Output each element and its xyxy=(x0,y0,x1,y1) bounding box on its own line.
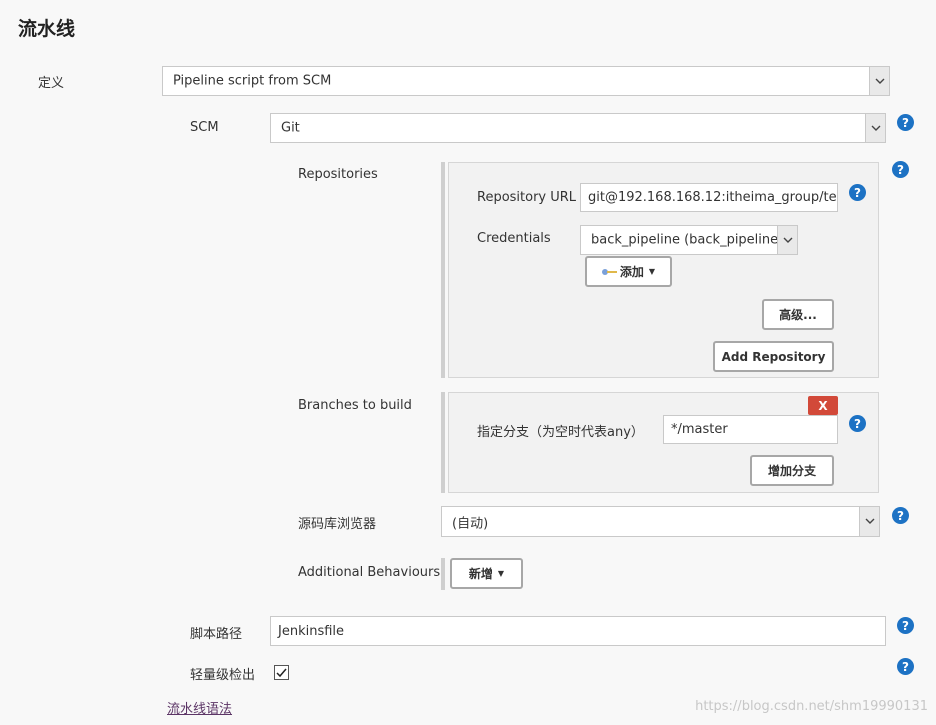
script-path-label: 脚本路径 xyxy=(190,627,243,642)
script-path-help-icon[interactable]: ? xyxy=(897,617,914,634)
behaviours-bar xyxy=(441,558,445,590)
advanced-button[interactable]: 高级... xyxy=(762,299,834,330)
lightweight-help-icon[interactable]: ? xyxy=(897,658,914,675)
repository-url-help-icon[interactable]: ? xyxy=(849,184,866,201)
watermark-text: https://blog.csdn.net/shm19990131 xyxy=(695,699,928,714)
add-credentials-button[interactable]: 添加 ▼ xyxy=(585,256,672,287)
definition-select[interactable]: Pipeline script from SCM xyxy=(162,66,890,96)
repositories-bar xyxy=(441,162,445,378)
caret-down-icon: ▼ xyxy=(648,267,656,276)
repository-browser-select[interactable]: (自动) xyxy=(441,506,880,537)
credentials-value: back_pipeline (back_pipeline) xyxy=(591,232,784,248)
lightweight-checkout-label: 轻量级检出 xyxy=(190,668,256,683)
scm-value: Git xyxy=(281,120,300,136)
delete-branch-button[interactable]: X xyxy=(808,396,838,415)
checkmark-icon xyxy=(276,668,287,677)
chevron-down-icon xyxy=(869,67,889,95)
repository-url-label: Repository URL xyxy=(477,190,577,205)
add-credentials-label: 添加 xyxy=(619,265,644,279)
scm-label: SCM xyxy=(190,120,219,135)
additional-behaviours-label: Additional Behaviours xyxy=(298,565,441,580)
pipeline-syntax-link[interactable]: 流水线语法 xyxy=(167,698,232,717)
add-repository-button[interactable]: Add Repository xyxy=(713,341,834,372)
branch-specifier-label: 指定分支（为空时代表any） xyxy=(477,425,644,440)
scm-help-icon[interactable]: ? xyxy=(897,114,914,131)
credentials-select[interactable]: back_pipeline (back_pipeline) xyxy=(580,225,798,255)
key-icon xyxy=(601,268,618,276)
add-behaviour-button[interactable]: 新增 ▼ xyxy=(450,558,523,589)
caret-down-icon: ▼ xyxy=(497,569,505,578)
repository-url-input[interactable]: git@192.168.168.12:itheima_group/tens xyxy=(580,183,838,212)
repository-browser-value: (自动) xyxy=(452,516,489,531)
definition-value: Pipeline script from SCM xyxy=(173,73,332,89)
chevron-down-icon xyxy=(865,114,885,142)
credentials-label: Credentials xyxy=(477,231,551,246)
repository-browser-label: 源码库浏览器 xyxy=(298,517,377,532)
branch-specifier-input[interactable]: */master xyxy=(663,415,838,444)
repositories-label: Repositories xyxy=(298,167,378,182)
add-branch-button[interactable]: 增加分支 xyxy=(750,455,834,486)
add-behaviour-label: 新增 xyxy=(468,567,493,581)
branch-help-icon[interactable]: ? xyxy=(849,415,866,432)
definition-label: 定义 xyxy=(38,76,65,91)
repositories-help-icon[interactable]: ? xyxy=(892,161,909,178)
chevron-down-icon xyxy=(777,226,797,254)
chevron-down-icon xyxy=(859,507,879,536)
script-path-input[interactable]: Jenkinsfile xyxy=(270,616,886,646)
lightweight-checkout-checkbox[interactable] xyxy=(274,665,289,680)
branches-bar xyxy=(441,392,445,493)
repository-browser-help-icon[interactable]: ? xyxy=(892,507,909,524)
scm-select[interactable]: Git xyxy=(270,113,886,143)
section-title: 流水线 xyxy=(18,18,76,40)
branches-label: Branches to build xyxy=(298,398,412,413)
